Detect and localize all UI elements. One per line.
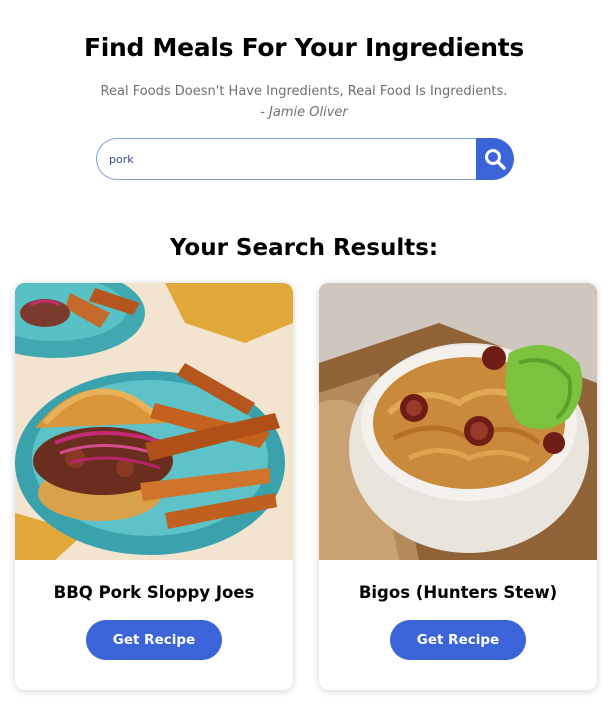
recipe-card: Bigos (Hunters Stew) Get Recipe: [319, 283, 597, 690]
results-heading: Your Search Results:: [169, 235, 439, 261]
search-button[interactable]: [476, 138, 514, 180]
get-recipe-button[interactable]: Get Recipe: [86, 620, 222, 660]
recipe-image: [15, 283, 293, 560]
search-input[interactable]: [96, 138, 478, 180]
recipe-card: BBQ Pork Sloppy Joes Get Recipe: [15, 283, 293, 690]
quote-text: Real Foods Doesn't Have Ingredients, Rea…: [100, 84, 508, 99]
recipe-image: [319, 283, 597, 560]
get-recipe-button[interactable]: Get Recipe: [390, 620, 526, 660]
page-title: Find Meals For Your Ingredients: [83, 33, 525, 62]
quote-author: - Jamie Oliver: [260, 105, 348, 120]
search-bar: [96, 138, 514, 180]
recipe-name: BBQ Pork Sloppy Joes: [53, 583, 255, 602]
recipe-name: Bigos (Hunters Stew): [358, 583, 558, 602]
search-icon: [485, 149, 506, 170]
